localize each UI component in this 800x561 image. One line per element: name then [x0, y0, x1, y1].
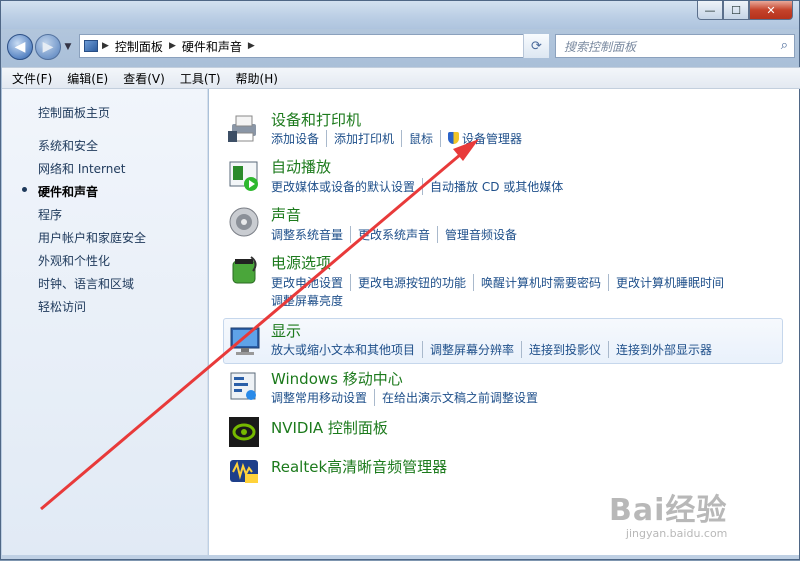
link-common-mobility-settings[interactable]: 调整常用移动设置 [271, 389, 374, 406]
minimize-button[interactable]: — [697, 1, 723, 20]
breadcrumb-separator-icon[interactable]: ▶ [102, 41, 109, 51]
mobility-center-icon[interactable] [227, 369, 261, 403]
printer-icon[interactable] [227, 111, 261, 145]
breadcrumb-separator-icon[interactable]: ▶ [169, 41, 176, 51]
menu-bar: 文件(F) 编辑(E) 查看(V) 工具(T) 帮助(H) [2, 67, 800, 89]
title-bar[interactable]: — ☐ ✕ [1, 1, 799, 29]
breadcrumb-control-panel[interactable]: 控制面板 [115, 38, 163, 55]
sidebar-home[interactable]: 控制面板主页 [38, 104, 110, 121]
link-connect-projector[interactable]: 连接到投影仪 [521, 341, 608, 358]
category-title[interactable]: NVIDIA 控制面板 [271, 417, 388, 438]
category-links: 更改电池设置 更改电源按钮的功能 唤醒计算机时需要密码 更改计算机睡眠时间 [271, 274, 731, 291]
category-devices-printers: 设备和打印机 添加设备 添加打印机 鼠标 设备管理器 [209, 105, 789, 151]
link-change-media-defaults[interactable]: 更改媒体或设备的默认设置 [271, 178, 422, 195]
link-mouse[interactable]: 鼠标 [401, 130, 440, 147]
back-button[interactable]: ◀ [7, 34, 33, 60]
menu-tools[interactable]: 工具(T) [180, 70, 221, 87]
address-bar[interactable]: ▶ 控制面板 ▶ 硬件和声音 ▶ ▼ [79, 34, 549, 58]
link-device-manager-label: 设备管理器 [462, 132, 523, 146]
sidebar-item-appearance[interactable]: 外观和个性化 [38, 252, 110, 269]
link-screen-resolution[interactable]: 调整屏幕分辨率 [422, 341, 521, 358]
menu-edit[interactable]: 编辑(E) [67, 70, 108, 87]
recent-pages-dropdown[interactable]: ▼ [62, 42, 74, 52]
sidebar-item-hardware-sound[interactable]: 硬件和声音 [38, 183, 98, 200]
link-device-manager[interactable]: 设备管理器 [440, 130, 529, 147]
category-display: 显示 放大或缩小文本和其他项目 调整屏幕分辨率 连接到投影仪 连接到外部显示器 [223, 318, 783, 364]
category-links: 调整系统音量 更改系统声音 管理音频设备 [271, 226, 524, 243]
category-links: 放大或缩小文本和其他项目 调整屏幕分辨率 连接到投影仪 连接到外部显示器 [271, 341, 719, 358]
category-title[interactable]: 自动播放 [271, 156, 331, 177]
speaker-icon[interactable] [227, 205, 261, 239]
link-presentation-settings[interactable]: 在给出演示文稿之前调整设置 [374, 389, 545, 406]
category-sound: 声音 调整系统音量 更改系统声音 管理音频设备 [209, 203, 789, 247]
menu-view[interactable]: 查看(V) [123, 70, 165, 87]
category-links: 更改媒体或设备的默认设置 自动播放 CD 或其他媒体 [271, 178, 570, 195]
category-title[interactable]: 声音 [271, 204, 301, 225]
baidu-watermark: Bai经验 jingyan.baidu.com [609, 485, 727, 540]
realtek-icon[interactable] [227, 454, 261, 488]
uac-shield-icon [448, 132, 460, 144]
watermark-url: jingyan.baidu.com [625, 527, 728, 540]
breadcrumb-separator-icon[interactable]: ▶ [248, 41, 255, 51]
forward-button[interactable]: ▶ [35, 34, 61, 60]
refresh-button[interactable]: ⟳ [523, 34, 549, 58]
nvidia-icon[interactable] [227, 415, 261, 449]
menu-file[interactable]: 文件(F) [12, 70, 52, 87]
sidebar-item-ease-of-access[interactable]: 轻松访问 [38, 298, 86, 315]
power-icon[interactable] [227, 253, 261, 287]
category-title[interactable]: 显示 [271, 320, 301, 341]
category-title[interactable]: Windows 移动中心 [271, 368, 403, 389]
display-icon[interactable] [228, 323, 262, 357]
link-battery-settings[interactable]: 更改电池设置 [271, 274, 350, 291]
category-title[interactable]: 设备和打印机 [271, 109, 361, 130]
link-add-printer[interactable]: 添加打印机 [326, 130, 401, 147]
sidebar-item-programs[interactable]: 程序 [38, 206, 62, 223]
search-input[interactable]: 搜索控制面板 ⌕ [555, 34, 795, 58]
category-title[interactable]: 电源选项 [271, 252, 331, 273]
autoplay-icon[interactable] [227, 158, 261, 192]
sidebar-item-user-accounts[interactable]: 用户帐户和家庭安全 [38, 229, 146, 246]
sidebar-item-network[interactable]: 网络和 Internet [38, 160, 125, 177]
link-power-button[interactable]: 更改电源按钮的功能 [350, 274, 473, 291]
category-links: 调整常用移动设置 在给出演示文稿之前调整设置 [271, 389, 545, 406]
watermark-logo: Bai经验 [609, 493, 728, 528]
category-nvidia: NVIDIA 控制面板 [209, 415, 789, 451]
sidebar-item-clock-region[interactable]: 时钟、语言和区域 [38, 275, 134, 292]
control-panel-window: — ☐ ✕ ◀ ▶ ▼ ▶ 控制面板 ▶ 硬件和声音 ▶ ▼ ⟳ 搜索控制面板 … [0, 0, 800, 560]
search-placeholder: 搜索控制面板 [564, 39, 637, 54]
category-links: 添加设备 添加打印机 鼠标 设备管理器 [271, 130, 529, 147]
sidebar: 控制面板主页 系统和安全 网络和 Internet 硬件和声音 程序 用户帐户和… [2, 89, 208, 555]
category-mobility-center: Windows 移动中心 调整常用移动设置 在给出演示文稿之前调整设置 [209, 367, 789, 411]
breadcrumb-hardware-sound[interactable]: 硬件和声音 [182, 38, 242, 55]
link-manage-audio-devices[interactable]: 管理音频设备 [437, 226, 524, 243]
link-add-device[interactable]: 添加设备 [271, 130, 326, 147]
link-text-size[interactable]: 放大或缩小文本和其他项目 [271, 341, 422, 358]
link-adjust-volume[interactable]: 调整系统音量 [271, 226, 350, 243]
menu-help[interactable]: 帮助(H) [236, 70, 278, 87]
link-sleep-time[interactable]: 更改计算机睡眠时间 [608, 274, 731, 291]
control-panel-icon [84, 40, 98, 52]
maximize-button[interactable]: ☐ [723, 1, 749, 20]
navigation-bar: ◀ ▶ ▼ ▶ 控制面板 ▶ 硬件和声音 ▶ ▼ ⟳ 搜索控制面板 ⌕ [7, 31, 795, 63]
category-autoplay: 自动播放 更改媒体或设备的默认设置 自动播放 CD 或其他媒体 [209, 154, 789, 198]
sidebar-item-system-security[interactable]: 系统和安全 [38, 137, 98, 154]
link-wake-password[interactable]: 唤醒计算机时需要密码 [473, 274, 608, 291]
link-external-display[interactable]: 连接到外部显示器 [608, 341, 719, 358]
close-button[interactable]: ✕ [749, 1, 793, 20]
link-autoplay-cd[interactable]: 自动播放 CD 或其他媒体 [422, 178, 570, 195]
search-icon[interactable]: ⌕ [781, 38, 788, 53]
category-power-options: 电源选项 更改电池设置 更改电源按钮的功能 唤醒计算机时需要密码 更改计算机睡眠… [209, 251, 789, 311]
link-change-system-sounds[interactable]: 更改系统声音 [350, 226, 437, 243]
active-bullet-icon [22, 187, 27, 192]
category-links-row2: 调整屏幕亮度 [271, 292, 350, 309]
category-title[interactable]: Realtek高清晰音频管理器 [271, 456, 447, 477]
link-screen-brightness[interactable]: 调整屏幕亮度 [271, 292, 350, 309]
